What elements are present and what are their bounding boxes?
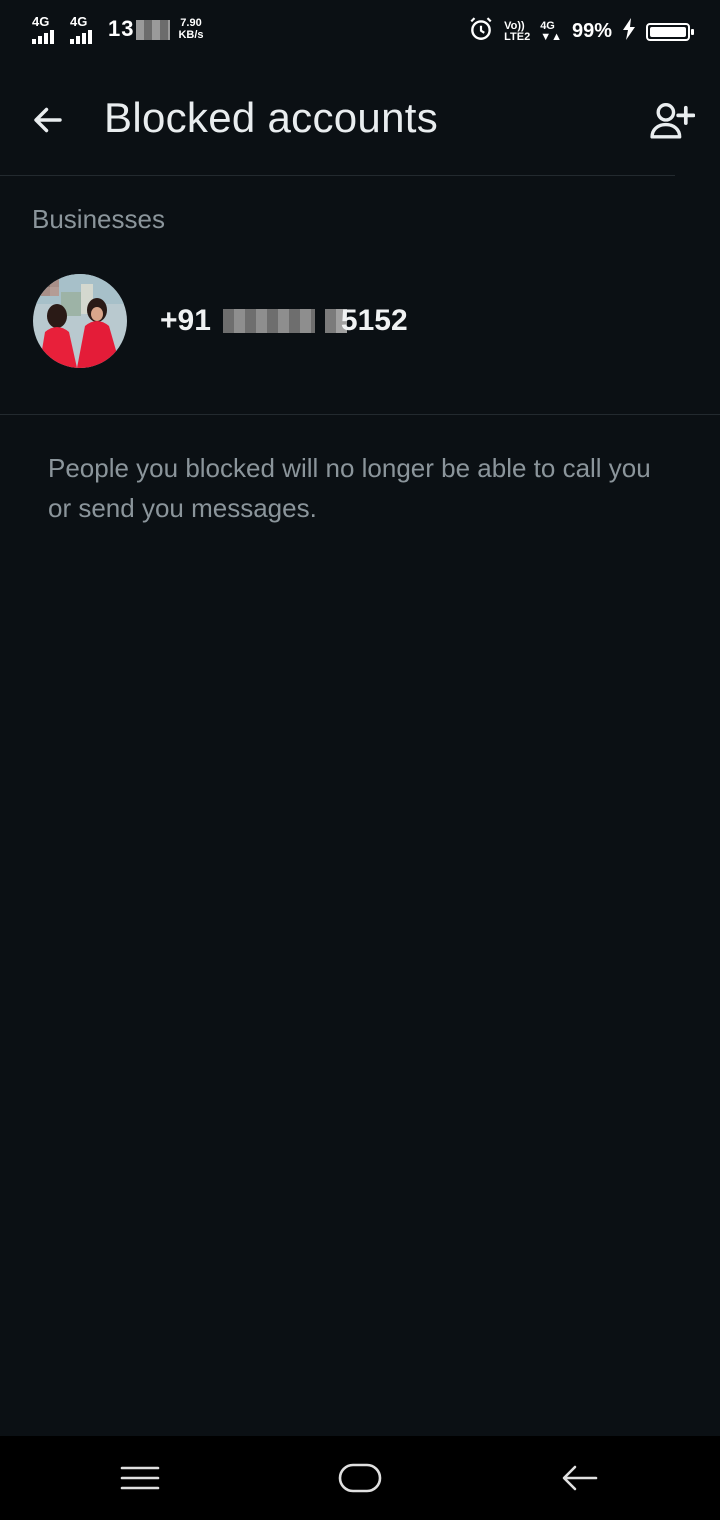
app-bar: Blocked accounts	[0, 66, 720, 176]
speed-unit: KB/s	[178, 29, 204, 41]
volte-label: Vo))	[504, 19, 525, 32]
avatar	[33, 274, 127, 368]
header-divider	[0, 175, 675, 176]
network-type-1: 4G	[32, 14, 50, 29]
battery-fill	[650, 26, 686, 37]
status-bar-right: Vo)) LTE2 4G ▼▲ 99%	[468, 16, 694, 47]
battery-icon	[646, 22, 694, 41]
battery-percent: 99%	[571, 20, 612, 42]
alarm-icon	[468, 16, 494, 47]
blocked-account-number: +91 5152	[160, 304, 408, 338]
speed-value: 7.90	[180, 17, 202, 29]
page-title: Blocked accounts	[104, 94, 438, 141]
home-icon	[338, 1463, 382, 1493]
network-speed: 7.90 KB/s	[178, 17, 203, 41]
network-type-3-label: 4G	[540, 19, 555, 32]
arrow-left-icon	[34, 107, 62, 133]
signal-icon: 4G	[70, 14, 100, 44]
network-type-2: 4G	[70, 14, 88, 29]
system-back-button[interactable]	[552, 1458, 608, 1498]
section-title: Businesses	[32, 204, 165, 234]
signal-icon: 4G	[32, 14, 62, 44]
back-button[interactable]	[24, 96, 72, 144]
redacted-time	[136, 20, 171, 41]
home-button[interactable]	[332, 1458, 388, 1498]
status-time: 13	[108, 16, 171, 42]
status-time-text: 13	[108, 16, 135, 41]
menu-icon	[120, 1466, 160, 1490]
blocked-info-text: People you blocked will no longer be abl…	[48, 453, 651, 523]
blocked-account-row[interactable]: +91 5152	[0, 262, 720, 384]
country-code: +91	[160, 304, 211, 337]
network-type-3: 4G ▼▲	[540, 19, 562, 43]
lte-label: LTE2	[504, 30, 531, 43]
back-icon	[562, 1465, 598, 1491]
status-bar-left: 4G 4G 13 7.90 KB/s	[32, 14, 204, 44]
menu-button[interactable]	[112, 1458, 168, 1498]
charging-icon	[622, 18, 636, 45]
list-divider	[0, 414, 720, 415]
status-bar: 4G 4G 13 7.90 KB/s Vo)) LTE2 4G ▼▲ 99%	[0, 0, 720, 66]
redacted-number	[222, 309, 315, 333]
number-suffix: 5152	[340, 304, 408, 337]
volte-indicator: Vo)) LTE2	[504, 19, 531, 43]
add-person-icon	[650, 102, 695, 139]
data-arrows-icon: ▼▲	[540, 30, 562, 43]
system-nav-bar	[0, 1436, 720, 1520]
add-blocked-contact-button[interactable]	[646, 96, 698, 144]
